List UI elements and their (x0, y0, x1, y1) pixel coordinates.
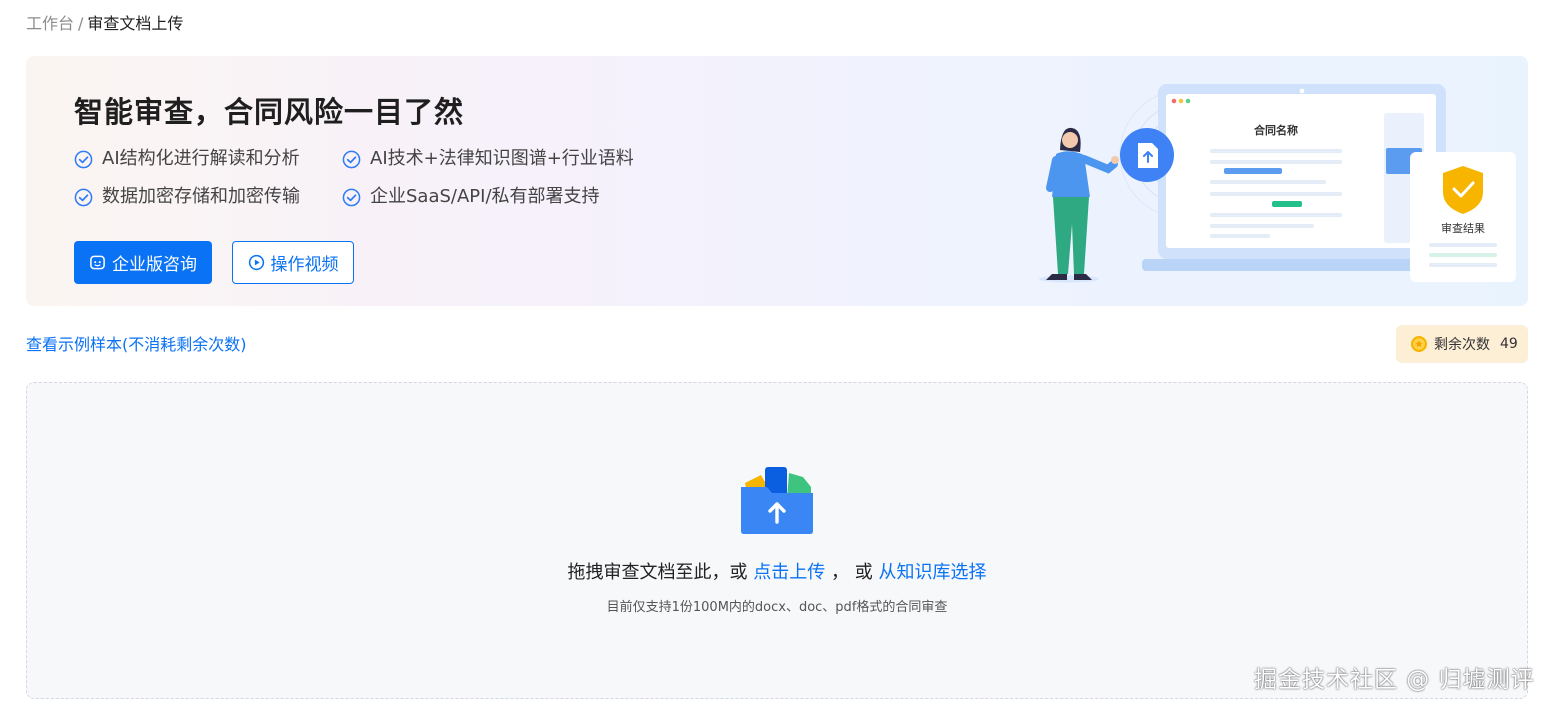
click-upload-link[interactable]: 点击上传 (753, 562, 825, 583)
breadcrumb-current: 审查文档上传 (87, 14, 184, 33)
illustration-result-label: 审查结果 (1441, 221, 1485, 235)
play-circle-icon (248, 254, 264, 271)
dropzone-hint: 目前仅支持1份100M内的docx、doc、pdf格式的合同审查 (606, 600, 948, 615)
feature-text: 数据加密存储和加密传输 (102, 186, 300, 207)
view-sample-link[interactable]: 查看示例样本(不消耗剩余次数) (26, 333, 247, 357)
illustration-doc-title: 合同名称 (1254, 123, 1298, 137)
feature-text: AI技术+法律知识图谱+行业语料 (370, 148, 634, 169)
knowledge-base-link[interactable]: 从知识库选择 (878, 562, 986, 583)
remaining-count: 49 (1500, 336, 1518, 352)
feature-item: 数据加密存储和加密传输 (74, 183, 300, 211)
hero-banner: 智能审查，合同风险一目了然 AI结构化进行解读和分析 AI技术+法律知识图谱+行… (26, 56, 1528, 306)
dropzone-middle: ， 或 (831, 562, 873, 583)
feature-text: 企业SaaS/API/私有部署支持 (370, 186, 600, 207)
folder-upload-icon (741, 467, 813, 534)
dropzone-instruction: 拖拽审查文档至此，或 点击上传 ， 或 从知识库选择 (27, 559, 1527, 587)
banner-title: 智能审查，合同风险一目了然 (74, 95, 465, 129)
check-circle-icon (342, 150, 361, 168)
remaining-label: 剩余次数 (1434, 337, 1490, 353)
dropzone-prefix: 拖拽审查文档至此，或 (567, 562, 748, 583)
watermark: 掘金技术社区 @ 归墟测评 (1254, 667, 1535, 693)
breadcrumb-workbench[interactable]: 工作台 (26, 14, 74, 33)
contract-review-illustration: 合同名称 审查结果 (1039, 84, 1516, 283)
feature-text: AI结构化进行解读和分析 (102, 148, 300, 169)
chat-bot-icon (90, 255, 105, 270)
coin-star-icon (1411, 336, 1427, 352)
check-circle-icon (342, 188, 361, 206)
remaining-count-badge: 剩余次数 49 (1396, 325, 1528, 363)
tutorial-video-button[interactable]: 操作视频 (232, 241, 354, 284)
feature-item: AI结构化进行解读和分析 (74, 145, 300, 173)
tutorial-video-label: 操作视频 (270, 255, 339, 274)
enterprise-consult-label: 企业版咨询 (112, 255, 197, 274)
check-circle-icon (74, 150, 93, 168)
feature-item: AI技术+法律知识图谱+行业语料 (342, 145, 634, 173)
breadcrumb-separator: / (78, 14, 84, 33)
breadcrumb: 工作台 / 审查文档上传 (26, 12, 183, 36)
upload-dropzone[interactable]: 拖拽审查文档至此，或 点击上传 ， 或 从知识库选择 目前仅支持1份100M内的… (26, 382, 1528, 699)
feature-item: 企业SaaS/API/私有部署支持 (342, 183, 600, 211)
enterprise-consult-button[interactable]: 企业版咨询 (74, 241, 212, 284)
check-circle-icon (74, 188, 93, 206)
